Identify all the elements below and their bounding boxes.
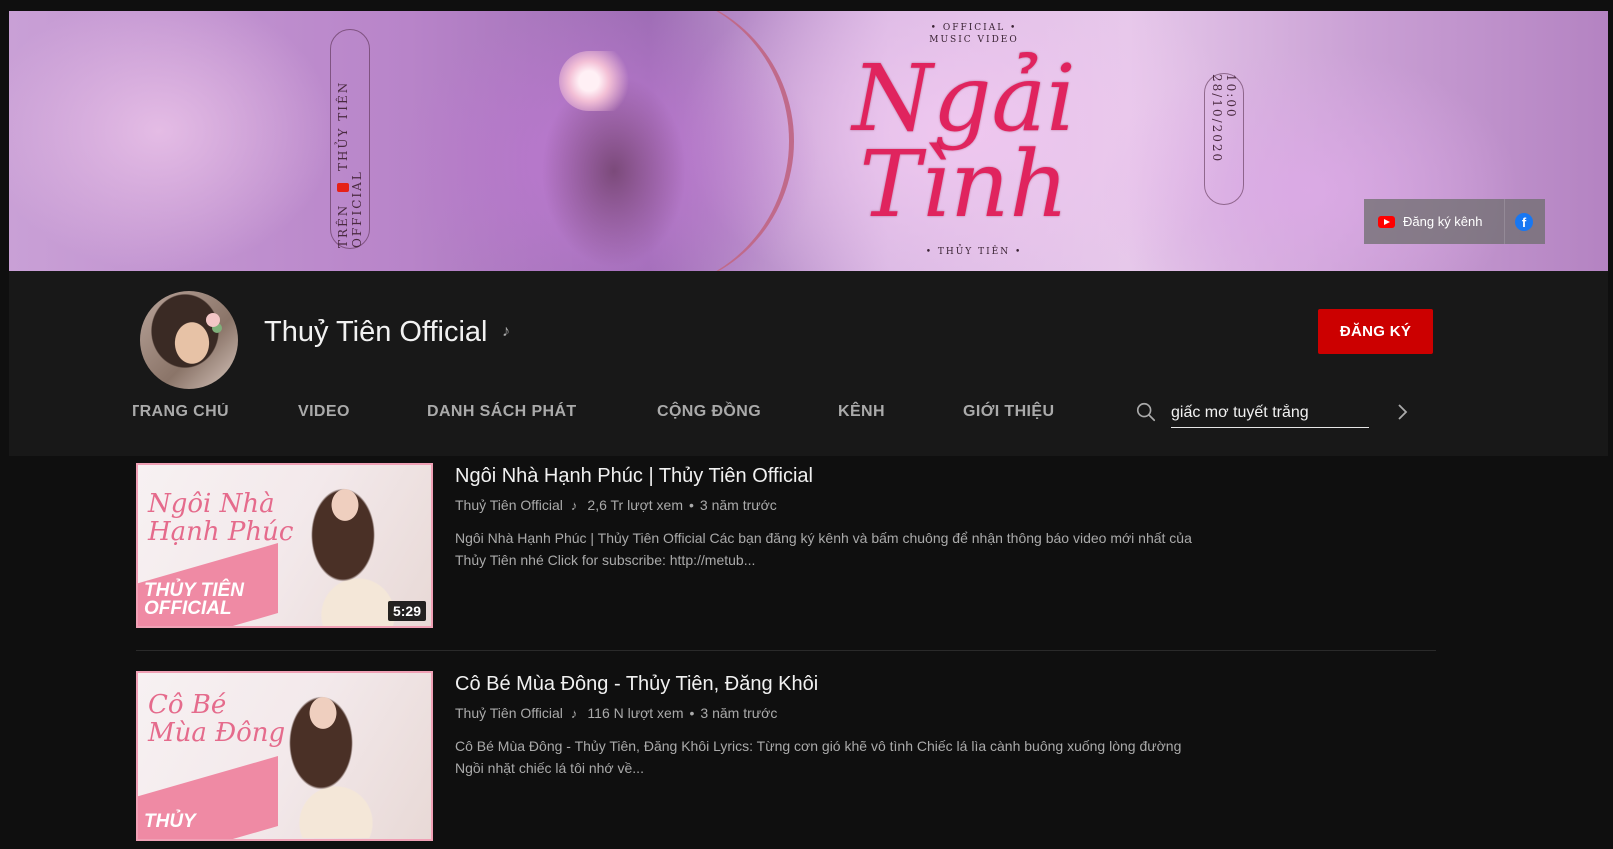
banner-title-art: Ngải Tình (839, 51, 1089, 233)
channel-tabs: TRANG CHỦ VIDEO DANH SÁCH PHÁT CỘNG ĐỒNG… (9, 395, 1608, 443)
music-note-icon: ♪ (502, 323, 510, 340)
tab-community[interactable]: CỘNG ĐỒNG (657, 403, 761, 421)
tab-video[interactable]: VIDEO (298, 403, 350, 421)
thumbnail-brand: THỦY TIÊN OFFICIAL (144, 580, 244, 619)
top-strip (0, 0, 1613, 11)
search-icon[interactable] (1135, 401, 1157, 423)
banner-title-line2: Tình (859, 131, 1069, 238)
video-views: 2,6 Tr lượt xem (587, 497, 683, 513)
divider (136, 650, 1436, 651)
meta-separator: • (689, 705, 695, 721)
video-age: 3 năm trước (700, 705, 778, 721)
video-description: Ngôi Nhà Hạnh Phúc | Thủy Tiên Official … (455, 530, 1192, 568)
video-title[interactable]: Cô Bé Mùa Đông - Thủy Tiên, Đăng Khôi (455, 673, 818, 696)
video-thumbnail[interactable]: Cô Bé Mùa Đông THỦY (136, 671, 433, 841)
banner-date: 28/10/2020 (1210, 74, 1224, 164)
video-item[interactable]: Cô Bé Mùa Đông THỦY Cô Bé Mùa Đông - Thủ… (136, 664, 1436, 849)
banner-left-pill-line1: TRÊN (336, 203, 350, 248)
banner-left-pill: TRÊN THỦY TIÊN OFFICIAL (330, 29, 370, 249)
banner-link-divider (1504, 199, 1505, 244)
channel-banner: TRÊN THỦY TIÊN OFFICIAL • OFFICIAL • MUS… (9, 11, 1608, 271)
thumbnail-title: Cô Bé Mùa Đông (148, 690, 286, 748)
search-input[interactable] (1171, 399, 1369, 428)
video-age: 3 năm trước (699, 497, 777, 513)
subscribe-button[interactable]: ĐĂNG KÝ (1318, 309, 1433, 354)
thumbnail-brand: THỦY (144, 811, 196, 832)
video-item[interactable]: Ngôi Nhà Hạnh Phúc THỦY TIÊN OFFICIAL 5:… (136, 456, 1436, 641)
youtube-mini-icon (337, 182, 349, 192)
banner-links: Đăng ký kênh f (1364, 199, 1545, 244)
avatar[interactable] (140, 291, 238, 389)
video-list: Ngôi Nhà Hạnh Phúc THỦY TIÊN OFFICIAL 5:… (0, 456, 1613, 841)
tab-home-label: TRANG CHỦ (133, 403, 229, 420)
video-description: Cô Bé Mùa Đông - Thủy Tiên, Đăng Khôi Ly… (455, 738, 1182, 776)
banner-subscribe-link[interactable]: Đăng ký kênh (1403, 214, 1483, 229)
thumbnail-title: Ngôi Nhà Hạnh Phúc (148, 489, 294, 547)
video-channel[interactable]: Thuỷ Tiên Official (455, 497, 563, 513)
video-title[interactable]: Ngôi Nhà Hạnh Phúc | Thủy Tiên Official (455, 465, 813, 488)
music-note-icon: ♪ (570, 705, 578, 721)
banner-right-pill: 10:00 28/10/2020 (1204, 73, 1244, 205)
facebook-icon[interactable]: f (1515, 213, 1533, 231)
tab-home[interactable]: TRANG CHỦ (133, 403, 229, 421)
video-meta: Thuỷ Tiên Official ♪ 2,6 Tr lượt xem • 3… (455, 497, 777, 513)
channel-name: Thuỷ Tiên Official (264, 316, 488, 348)
video-meta: Thuỷ Tiên Official ♪ 116 N lượt xem • 3 … (455, 705, 777, 721)
tab-about[interactable]: GIỚI THIỆU (963, 403, 1054, 421)
avatar-flower (206, 313, 220, 327)
video-duration: 5:29 (387, 601, 426, 621)
banner-official-label: • OFFICIAL • MUSIC VIDEO (929, 23, 1019, 45)
tab-channels[interactable]: KÊNH (838, 403, 885, 421)
banner-flowers (559, 51, 649, 111)
tab-playlists[interactable]: DANH SÁCH PHÁT (427, 403, 577, 421)
video-views: 116 N lượt xem (587, 705, 684, 721)
video-channel[interactable]: Thuỷ Tiên Official (455, 705, 563, 721)
video-thumbnail[interactable]: Ngôi Nhà Hạnh Phúc THỦY TIÊN OFFICIAL 5:… (136, 463, 433, 628)
channel-header: Thuỷ Tiên Official ♪ ĐĂNG KÝ TRANG CHỦ V… (9, 271, 1608, 456)
chevron-right-icon[interactable] (1395, 402, 1409, 422)
banner-time: 10:00 (1224, 74, 1238, 119)
meta-separator: • (688, 497, 694, 513)
youtube-icon[interactable] (1378, 215, 1395, 228)
banner-bow (629, 11, 794, 271)
music-note-icon: ♪ (570, 497, 578, 513)
banner-artist: • THỦY TIÊN • (925, 247, 1023, 257)
